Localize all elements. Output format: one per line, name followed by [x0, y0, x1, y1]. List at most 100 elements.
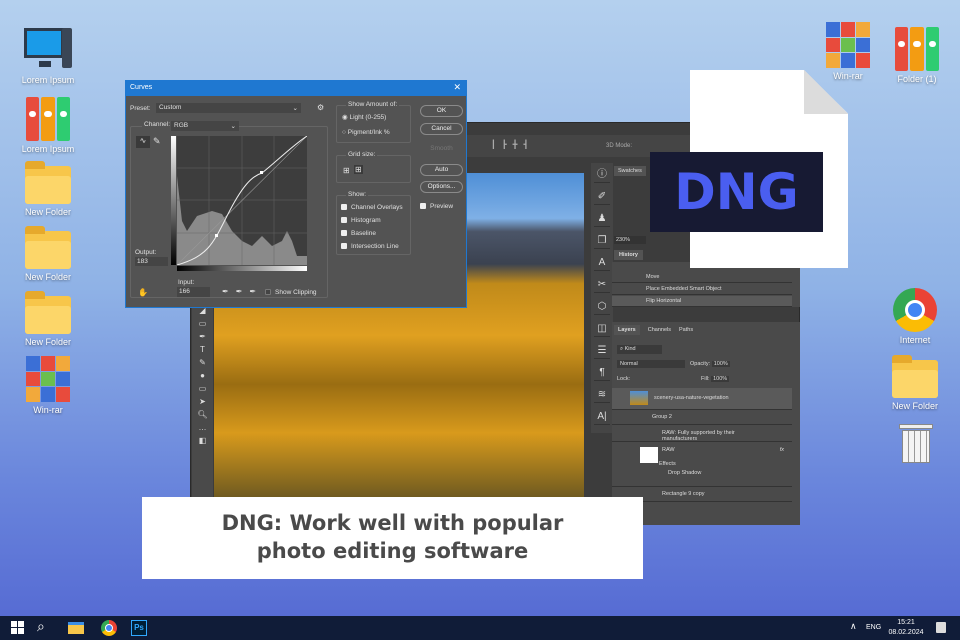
tab-paths[interactable]: Paths	[679, 325, 693, 335]
fill: Fill: 100%	[701, 376, 730, 382]
color-swatch-icon[interactable]: ◧	[197, 436, 209, 452]
history-item[interactable]: Move	[612, 272, 792, 283]
gear-icon[interactable]: ⚙	[317, 103, 324, 112]
adjust-icon[interactable]: ≋	[594, 387, 610, 403]
chevron-up-icon[interactable]: ∧	[850, 621, 857, 632]
history-tab[interactable]: History	[614, 250, 643, 260]
pigment-radio[interactable]: ○ Pigment/Ink %	[342, 129, 390, 136]
channel-select[interactable]: RGB ⌄	[171, 121, 239, 131]
info-icon[interactable]: ⓘ	[594, 167, 610, 183]
layer-comps-icon[interactable]: ❐	[594, 233, 610, 249]
computer-icon	[24, 26, 72, 72]
light-radio[interactable]: ◉ Light (0-255)	[342, 113, 386, 121]
pen-tool-icon[interactable]: ✒	[197, 332, 209, 342]
auto-button[interactable]: Auto	[420, 164, 463, 176]
tab-channels[interactable]: Channels	[648, 325, 671, 335]
brush-icon[interactable]: ✐	[594, 189, 610, 205]
ok-button[interactable]: OK	[420, 105, 463, 117]
desktop-icon-new-folder-2[interactable]: New Folder	[13, 226, 83, 282]
path-tool-icon[interactable]: ✎	[197, 358, 209, 368]
type-tool-icon[interactable]: T	[197, 345, 209, 355]
desktop-icon-lorem-ipsum-pc[interactable]: Lorem Ipsum	[13, 26, 83, 85]
curve-graph[interactable]	[177, 136, 307, 265]
dialog-titlebar: Curves ✕	[126, 81, 466, 96]
close-icon[interactable]: ✕	[453, 82, 461, 93]
blend-mode-select[interactable]: Normal	[617, 360, 685, 368]
swatches-tab[interactable]: Swatches	[614, 166, 646, 176]
zoom-tool-icon[interactable]: 🔍︎	[197, 410, 209, 420]
folder-icon	[25, 226, 71, 269]
channel-overlays-checkbox[interactable]: Channel Overlays	[341, 204, 403, 211]
curve-tool-icon[interactable]: ∿	[136, 136, 150, 148]
gradient-tool-icon[interactable]: ▭	[197, 319, 209, 329]
desktop-icon-folder-1[interactable]: Folder (1)	[882, 27, 952, 84]
preview-checkbox[interactable]: Preview	[420, 203, 453, 210]
input-gradient	[177, 266, 307, 271]
recycle-bin-icon[interactable]	[899, 424, 933, 464]
layer-thumbnail	[640, 447, 658, 463]
language-indicator[interactable]: ENG	[866, 624, 881, 631]
curves-dialog: Curves ✕ Preset: Custom ⌄ ⚙ Channel: RGB ⌄ …	[125, 80, 467, 308]
histogram-checkbox[interactable]: Histogram	[341, 217, 381, 224]
binders-icon	[26, 97, 70, 141]
smooth-button: Smooth	[430, 145, 453, 152]
properties-icon[interactable]: ☰	[594, 343, 610, 359]
opacity-input[interactable]: 100%	[711, 361, 730, 367]
history-item[interactable]: Place Embedded Smart Object	[612, 284, 792, 295]
navigator-zoom[interactable]: 230%	[614, 236, 646, 244]
character-icon[interactable]: A	[594, 255, 610, 271]
folder-icon	[892, 355, 938, 398]
grid-simple-icon[interactable]: ⊞	[343, 166, 350, 175]
more-tools-icon[interactable]: …	[197, 423, 209, 433]
pencil-icon[interactable]: ✎	[153, 136, 161, 147]
hand-tool-icon[interactable]: ●	[197, 371, 209, 381]
output-gradient	[171, 136, 176, 265]
folder-icon	[25, 291, 71, 334]
rectangle-tool-icon[interactable]: ▭	[197, 384, 209, 394]
fill-input[interactable]: 100%	[711, 376, 730, 382]
tools-icon[interactable]: ✂	[594, 277, 610, 293]
tab-layers[interactable]: Layers	[614, 325, 640, 335]
side-icon-strip: ⓘ ✐ ♟ ❐ A ✂ ⬡ ◫ ☰ ¶ ≋ A|	[591, 163, 613, 433]
intersection-line-checkbox[interactable]: Intersection Line	[341, 243, 399, 250]
output-field[interactable]: 183	[135, 257, 168, 266]
clone-icon[interactable]: ♟	[594, 211, 610, 227]
chrome-taskbar-icon[interactable]	[101, 620, 117, 636]
notification-icon[interactable]	[936, 622, 946, 633]
options-button[interactable]: Options...	[420, 181, 463, 193]
clock[interactable]: 15:21 08.02.2024	[886, 618, 926, 638]
dng-file-label: DNG	[650, 152, 823, 232]
glyphs-icon[interactable]: A|	[594, 409, 610, 425]
preset-select[interactable]: Custom ⌄	[156, 103, 301, 113]
paragraph-icon[interactable]: ¶	[594, 365, 610, 381]
desktop-icon-internet[interactable]: Internet	[880, 288, 950, 345]
target-adjust-icon[interactable]: ✋	[138, 288, 148, 297]
align-icons[interactable]: ┃┣╋┫	[491, 140, 534, 149]
file-explorer-icon[interactable]	[68, 622, 84, 634]
baseline-checkbox[interactable]: Baseline	[341, 230, 376, 237]
desktop-icon-winrar[interactable]: Win-rar	[13, 356, 83, 415]
windows-start-icon[interactable]	[11, 621, 24, 634]
history-item-selected[interactable]: Flip Horizontal	[612, 296, 792, 307]
layer-row-group[interactable]: Group 2	[612, 411, 792, 425]
cancel-button[interactable]: Cancel	[420, 123, 463, 135]
dng-file-fold	[804, 70, 848, 114]
eyedropper-icons[interactable]: ✒✒✒	[222, 287, 263, 296]
desktop-icon-lorem-ipsum-binders[interactable]: Lorem Ipsum	[13, 97, 83, 154]
input-field[interactable]: 166	[177, 287, 210, 297]
lock-label: Lock:	[617, 376, 631, 382]
desktop-icon-new-folder-3[interactable]: New Folder	[13, 291, 83, 347]
show-clipping-checkbox[interactable]: Show Clipping	[265, 289, 317, 296]
layer-row-selected[interactable]: scenery-usa-nature-vegetation	[612, 388, 792, 410]
3d-icon[interactable]: ⬡	[594, 299, 610, 315]
grid-detailed-icon[interactable]: ⊞	[354, 165, 363, 174]
desktop-icon-new-folder-1[interactable]: New Folder	[13, 161, 83, 217]
search-icon[interactable]: ⌕	[37, 618, 45, 635]
desktop-icon-new-folder-right[interactable]: New Folder	[880, 355, 950, 411]
photoshop-taskbar-icon[interactable]: Ps	[131, 620, 147, 636]
layer-row-raw[interactable]: RAW fx Effects Drop Shadow	[612, 443, 792, 487]
select-tool-icon[interactable]: ➤	[197, 397, 209, 407]
layer-row-text[interactable]: RAW: Fully supported by their manufactur…	[612, 426, 792, 442]
kind-filter[interactable]: ⌕ Kind	[617, 345, 662, 354]
notes-icon[interactable]: ◫	[594, 321, 610, 337]
